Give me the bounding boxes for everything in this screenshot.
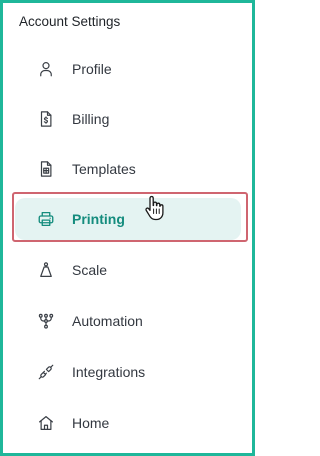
menu-item-label: Home — [72, 415, 110, 431]
scale-icon — [36, 260, 56, 280]
templates-icon — [36, 159, 56, 179]
billing-icon — [36, 109, 56, 129]
menu-item-integrations[interactable]: Integrations — [15, 351, 241, 393]
menu-item-label: Printing — [72, 211, 125, 227]
menu-item-home[interactable]: Home — [15, 402, 241, 444]
automation-icon — [36, 311, 56, 331]
menu-item-label: Integrations — [72, 364, 146, 380]
home-icon — [36, 413, 56, 433]
menu-item-automation[interactable]: Automation — [15, 300, 241, 342]
menu-item-label: Profile — [72, 61, 112, 77]
settings-panel: Account Settings Profile Billing Templat… — [0, 0, 255, 456]
menu-item-printing[interactable]: Printing — [15, 198, 241, 240]
menu-item-label: Templates — [72, 161, 136, 177]
menu-item-label: Scale — [72, 262, 108, 278]
menu-item-billing[interactable]: Billing — [15, 98, 241, 140]
menu-item-templates[interactable]: Templates — [15, 148, 241, 190]
printer-icon — [36, 209, 56, 229]
menu-item-profile[interactable]: Profile — [15, 48, 241, 90]
integrations-icon — [36, 362, 56, 382]
user-icon — [36, 59, 56, 79]
panel-title: Account Settings — [19, 14, 121, 29]
menu-item-label: Billing — [72, 111, 110, 127]
menu-item-label: Automation — [72, 313, 143, 329]
menu-item-scale[interactable]: Scale — [15, 249, 241, 291]
hand-cursor-icon — [145, 195, 164, 221]
